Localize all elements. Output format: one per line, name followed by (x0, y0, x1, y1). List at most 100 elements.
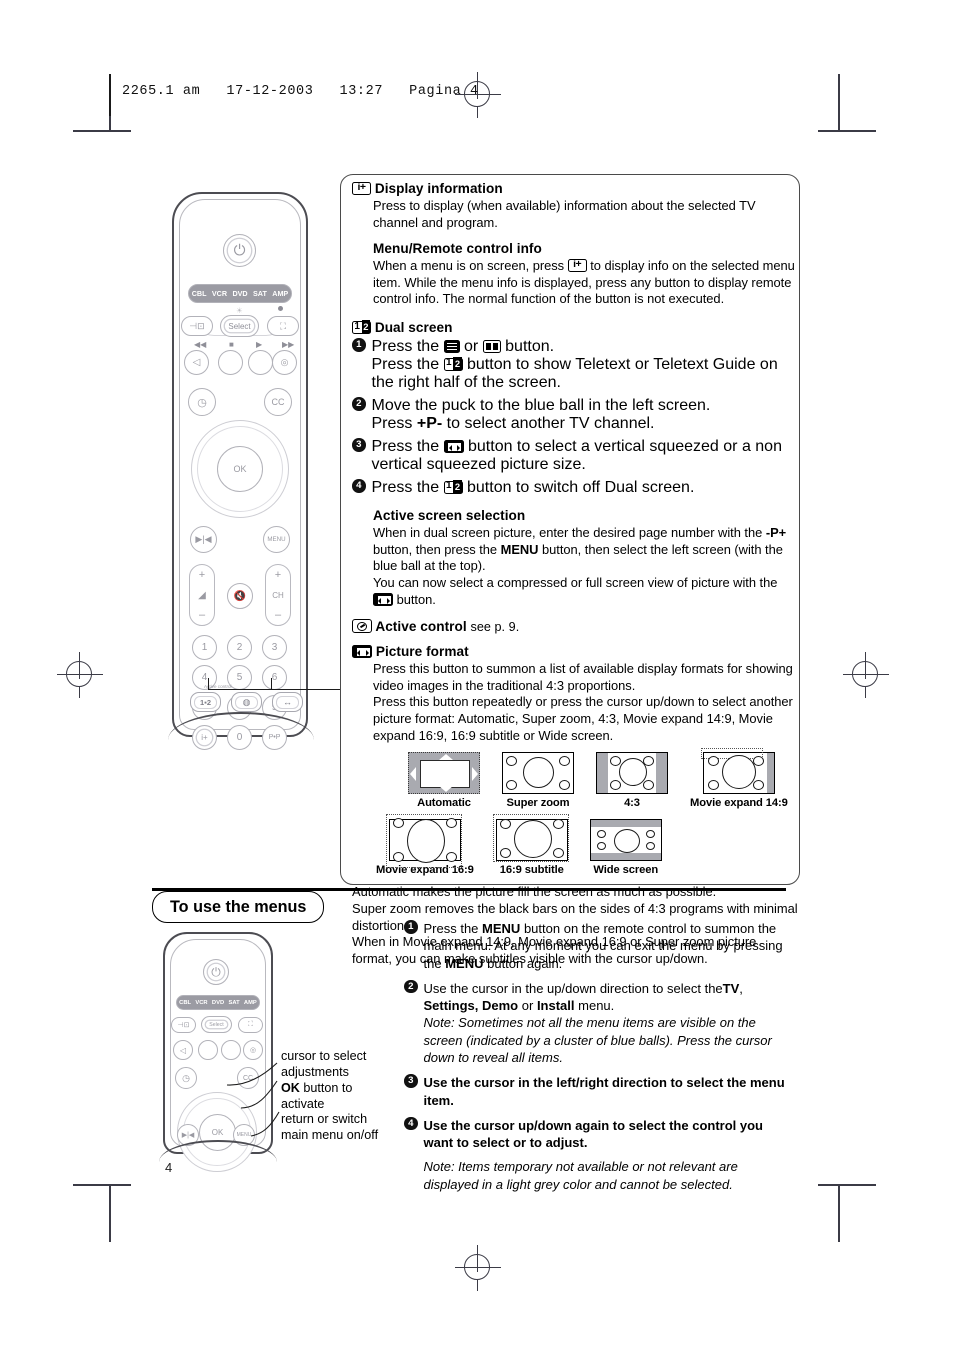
volume-mute-side-button[interactable]: ◁ (184, 350, 209, 375)
crop-mark-bottom-right-v (838, 1184, 840, 1242)
small-source-amp[interactable]: AMP (244, 1000, 257, 1006)
dual-screen-key-icon (352, 320, 371, 335)
ms2-b2: Settings, Demo (423, 998, 519, 1014)
keypad-3[interactable]: 3 (262, 635, 287, 660)
format-label-16-9-subtitle: 16:9 subtitle (499, 864, 564, 877)
ok-label: OK (233, 464, 247, 474)
small-source-cbl[interactable]: CBL (179, 1000, 191, 1006)
menus-step-1-text: Press the MENU button on the remote cont… (424, 920, 797, 972)
ms4-a: Use the cursor up/down again to select t… (423, 1117, 764, 1151)
format-label-wide-screen: Wide screen (593, 864, 659, 877)
picture-format-title: Picture format (352, 643, 798, 661)
menus-step-2-text: Use the cursor in the up/down direction … (424, 980, 797, 1066)
dual-screen-title: Dual screen (352, 319, 798, 337)
info-plus-key-icon-inline (567, 258, 587, 273)
format-thumb-movie-16-9: Movie expand 16:9 (376, 814, 474, 876)
small-remote-volume-side-button[interactable]: ◁ (173, 1040, 193, 1060)
stop-button[interactable] (218, 350, 243, 375)
small-remote-source-bar[interactable]: CBL VCR DVD SAT AMP (176, 995, 260, 1010)
previous-channel-button[interactable]: ▶|◀ (190, 526, 217, 553)
channel-plus[interactable]: + (275, 569, 281, 581)
channel-minus[interactable]: – (275, 609, 281, 621)
small-remote-sleep-button[interactable]: ◷ (175, 1067, 197, 1089)
volume-minus[interactable]: – (199, 609, 205, 621)
volume-rocker[interactable]: + ◢ – (189, 564, 215, 626)
active-control-title: Active control see p. 9. (352, 618, 798, 636)
keypad-5-label: 5 (236, 672, 243, 683)
dual-screen-step-1: 1 Press the or button. Press the button … (352, 338, 798, 392)
backlight-icon: ☀ (236, 306, 243, 315)
ms2-b1: TV (722, 980, 740, 996)
source-input-button[interactable]: ⊣⊡ (181, 316, 213, 336)
source-amp[interactable]: AMP (272, 289, 288, 298)
registration-mark-right (843, 652, 889, 698)
keypad-6-label: 6 (271, 672, 278, 683)
source-sat[interactable]: SAT (253, 289, 267, 298)
source-cbl[interactable]: CBL (192, 289, 207, 298)
format-thumb-movie-14-9-art (700, 748, 775, 795)
format-thumb-automatic: Automatic (408, 752, 480, 809)
select-button[interactable]: Select (220, 315, 259, 337)
active-control-button[interactable]: ◍ (231, 692, 262, 712)
ok-button[interactable]: OK (217, 446, 263, 492)
crop-mark-top-right-h (818, 130, 876, 132)
source-selector-bar[interactable]: CBL VCR DVD SAT AMP (188, 284, 292, 303)
menus-step-3-text: Use the cursor in the left/right directi… (423, 1075, 785, 1108)
picture-format-button[interactable]: ↔ (272, 692, 303, 712)
ms2-a: Use the cursor in the up/down direction … (423, 980, 723, 996)
source-dvd[interactable]: DVD (232, 289, 247, 298)
dual-screen-step-3-text: Press the button to select a vertical sq… (372, 438, 799, 474)
play-button[interactable] (248, 350, 273, 375)
dual-screen-step-3: 3 Press the button to select a vertical … (352, 438, 798, 474)
keypad-1[interactable]: 1 (192, 635, 217, 660)
small-remote-stop-button[interactable] (198, 1040, 218, 1060)
teletext-key-icon (443, 340, 460, 354)
keypad-2[interactable]: 2 (227, 635, 252, 660)
stop-icon: ■ (229, 340, 234, 349)
small-source-vcr[interactable]: VCR (195, 1000, 207, 1006)
info-plus-key-icon (352, 181, 371, 195)
sleep-timer-button[interactable]: ◷ (188, 388, 216, 416)
annotation-cursor-select-text: cursor to select adjustments (281, 1049, 367, 1080)
source-vcr[interactable]: VCR (212, 289, 227, 298)
ds3-a: Press the (371, 438, 440, 456)
ms2-d: or (521, 998, 534, 1014)
dual-screen-button[interactable]: 1▪2 (190, 692, 221, 712)
small-source-sat[interactable]: SAT (228, 1000, 239, 1006)
small-remote-pip-button[interactable]: ⛶ (238, 1017, 263, 1033)
small-source-dvd[interactable]: DVD (212, 1000, 224, 1006)
menu-button[interactable]: MENU (263, 526, 290, 553)
picture-format-thumbnails-row-2: Movie expand 16:9 16:9 subtitle Wide scr… (376, 814, 798, 877)
ds2-b: Press (371, 415, 413, 433)
section-picture-format: Picture format Press this button to summ… (352, 643, 798, 967)
small-remote-power-button[interactable]: ⏻ (203, 959, 229, 985)
ms1-b2: MENU (445, 955, 484, 971)
closed-caption-button[interactable]: CC (264, 388, 292, 416)
format-thumb-movie-16-9-art (385, 814, 462, 869)
step-bullet-1: 1 (352, 338, 366, 352)
forward-icon: ▶▶ (282, 340, 295, 349)
display-information-title: Display information (352, 180, 798, 198)
menus-step-4: 4 Use the cursor up/down again to select… (404, 1116, 796, 1193)
surround-button[interactable]: ◎ (272, 350, 297, 375)
menus-step-1: 1 Press the MENU button on the remote co… (404, 920, 796, 972)
leader-line-bracket-left (208, 678, 210, 690)
small-remote-source-input-button[interactable]: ⊣⊡ (171, 1017, 196, 1033)
ds1-c: button. (505, 338, 555, 356)
channel-rocker[interactable]: + CH – (265, 564, 291, 626)
menus-step-3: 3 Use the cursor in the left/right direc… (404, 1074, 796, 1109)
volume-plus[interactable]: + (199, 569, 205, 581)
active-screen-selection-title: Active screen selection (373, 508, 526, 524)
menu-label: MENU (267, 536, 286, 543)
format-label-super-zoom: Super zoom (506, 797, 570, 810)
keypad-6[interactable]: 6 (262, 665, 287, 690)
picture-in-picture-button[interactable]: ⛶ (267, 316, 299, 336)
mute-button[interactable]: 🔇 (227, 583, 253, 609)
menu-remote-info-body: When a menu is on screen, press to displ… (373, 258, 798, 308)
cc-label: CC (271, 397, 285, 407)
format-thumb-4-3-art (596, 752, 668, 795)
power-button[interactable]: ⏻ (223, 234, 256, 267)
crop-mark-bottom-left-v (109, 1184, 111, 1242)
small-remote-select-button[interactable]: Select (201, 1016, 232, 1033)
section-active-control: Active control see p. 9. (352, 618, 798, 636)
